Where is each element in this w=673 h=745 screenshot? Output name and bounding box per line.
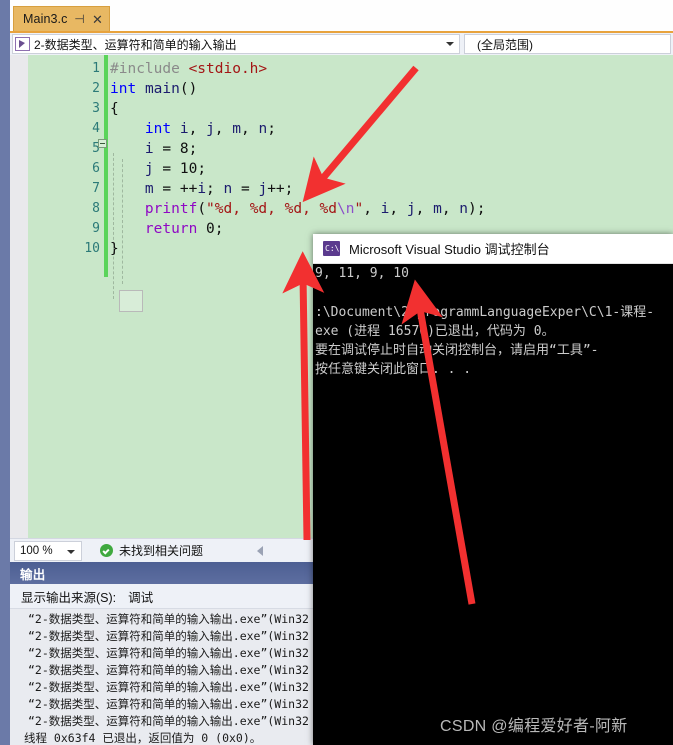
console-output-body[interactable]: 9, 11, 9, 10 :\Document\2-programmLangua… <box>313 264 673 745</box>
console-titlebar[interactable]: Microsoft Visual Studio 调试控制台 <box>313 234 673 264</box>
debug-console-window[interactable]: Microsoft Visual Studio 调试控制台 9, 11, 9, … <box>313 234 673 745</box>
code-line-9: return 0; <box>144 221 224 237</box>
zoom-level-value: 100 % <box>20 544 53 557</box>
console-line: 要在调试停止时自动关闭控制台，请启用“工具”- <box>315 343 599 358</box>
tab-label: Main3.c <box>23 12 68 26</box>
code-line-6: j = 10; <box>144 161 207 177</box>
caret-left-icon[interactable] <box>257 545 264 556</box>
member-scope-dropdown[interactable]: (全局范围) <box>464 34 671 54</box>
code-line-7: m = ++i; n = j++; <box>144 181 294 197</box>
line-number-gutter: 1 2 3 4 5 6 7 8 9 10 <box>28 55 104 538</box>
line-number: 9 <box>92 221 100 236</box>
project-scope-label: 2-数据类型、运算符和简单的输入输出 <box>34 37 237 52</box>
console-line: exe (进程 16576)已退出，代码为 0。 <box>315 324 555 339</box>
navigation-bar: 2-数据类型、运算符和简单的输入输出 (全局范围) <box>10 33 673 55</box>
code-line-2: int main() <box>110 81 198 97</box>
line-number: 8 <box>92 201 100 216</box>
chevron-down-icon[interactable] <box>446 42 454 46</box>
code-line-10: } <box>110 241 119 257</box>
console-line: 按任意键关闭此窗口. . . <box>315 362 472 377</box>
editor-tab-strip: Main3.c ⊣ ✕ <box>10 0 673 33</box>
csdn-watermark: CSDN @编程爱好者-阿新 <box>440 718 628 735</box>
code-line-3: { <box>110 101 119 117</box>
line-number: 1 <box>92 61 100 76</box>
code-line-4: int i, j, m, n; <box>144 121 276 137</box>
output-source-label: 显示输出来源(S): <box>21 590 117 605</box>
line-number: 7 <box>92 181 100 196</box>
close-icon[interactable]: ✕ <box>91 13 103 26</box>
check-circle-icon <box>100 544 113 557</box>
code-line-1: #include <stdio.h> <box>110 61 268 77</box>
console-title-text: Microsoft Visual Studio 调试控制台 <box>349 242 550 257</box>
line-number: 4 <box>92 121 100 136</box>
zoom-level-dropdown[interactable]: 100 % <box>14 540 82 561</box>
selection-margin <box>10 55 28 538</box>
chevron-down-icon[interactable] <box>67 549 75 554</box>
console-line: :\Document\2-programmLanguageExper\C\1-课… <box>315 305 655 320</box>
output-pane-title: 输出 <box>20 567 46 582</box>
tab-main3-c[interactable]: Main3.c ⊣ ✕ <box>13 6 111 31</box>
line-number: 10 <box>84 241 100 256</box>
project-scope-dropdown[interactable]: 2-数据类型、运算符和简单的输入输出 <box>12 34 460 54</box>
pin-icon[interactable]: ⊣ <box>73 13 85 25</box>
line-number: 2 <box>92 81 100 96</box>
output-source-value[interactable]: 调试 <box>128 587 153 606</box>
line-number: 3 <box>92 101 100 116</box>
code-line-8: printf("%d, %d, %d, %d\n", i, j, m, n); <box>144 201 486 217</box>
file-scope-icon <box>15 37 30 51</box>
left-edge-strip <box>0 0 10 745</box>
console-app-icon <box>323 241 340 256</box>
console-program-output: 9, 11, 9, 10 <box>315 266 409 281</box>
collapse-region-icon[interactable] <box>98 139 107 148</box>
line-number: 6 <box>92 161 100 176</box>
code-line-5: i = 8; <box>144 141 198 157</box>
change-indicator-bar <box>104 55 108 277</box>
screenshot-root: Main3.c ⊣ ✕ 2-数据类型、运算符和简单的输入输出 (全局范围) 1 … <box>0 0 673 745</box>
member-scope-label: (全局范围) <box>477 37 533 52</box>
issue-status-text: 未找到相关问题 <box>119 544 204 558</box>
